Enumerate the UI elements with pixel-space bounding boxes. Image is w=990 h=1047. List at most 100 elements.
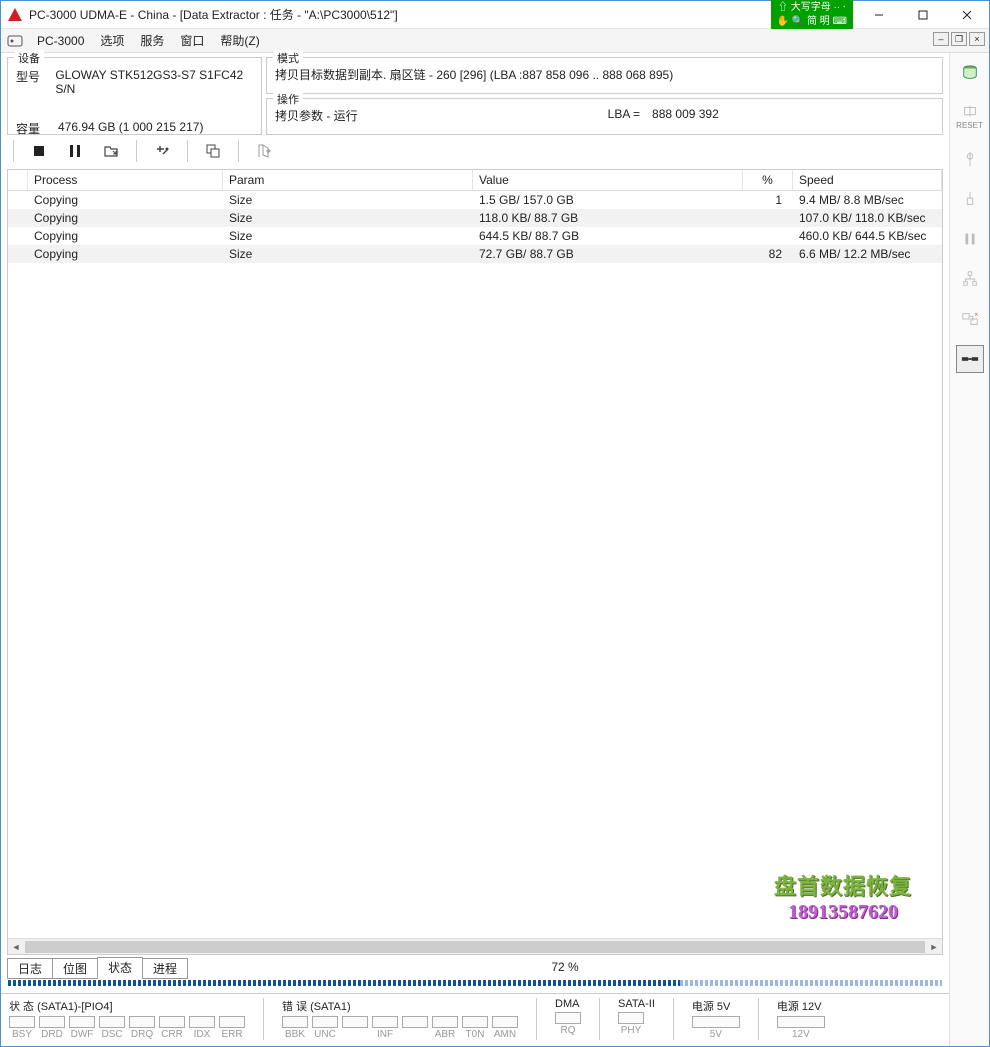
capacity-value: 476.94 GB (1 000 215 217) [58, 120, 203, 137]
table-row[interactable]: CopyingSize1.5 GB/ 157.0 GB19.4 MB/ 8.8 … [8, 191, 942, 209]
mdi-restore-button[interactable]: ❐ [951, 32, 967, 46]
status-bit [402, 1016, 428, 1040]
cell-speed: 6.6 MB/ 12.2 MB/sec [793, 245, 942, 263]
progress-bar [7, 979, 943, 987]
operation-legend: 操作 [273, 91, 303, 107]
cell-value: 118.0 KB/ 88.7 GB [473, 209, 743, 227]
bottom-tab[interactable]: 位图 [52, 958, 98, 979]
status-bit: PHY [618, 1012, 644, 1036]
app-window: PC-3000 UDMA-E - China - [Data Extractor… [0, 0, 990, 1047]
close-button[interactable] [945, 1, 989, 29]
cell-process: Copying [28, 227, 223, 245]
maximize-button[interactable] [901, 1, 945, 29]
side-toolbar: RESET × [949, 53, 989, 1046]
status-bit: 5V [692, 1016, 740, 1040]
col-percent[interactable]: % [743, 170, 793, 190]
status-sata2: SATA-II PHY [618, 998, 655, 1040]
cell-process: Copying [28, 245, 223, 263]
menu-app-label[interactable]: PC-3000 [29, 32, 92, 50]
col-param[interactable]: Param [223, 170, 473, 190]
slider-icon[interactable] [956, 145, 984, 173]
transfer-icon[interactable]: × [956, 305, 984, 333]
ime-indicator[interactable]: ⇧ 大写字母 ·· ⸱ ✋ 🔍 简 明 ⌨ [771, 0, 853, 31]
exit-button[interactable] [247, 137, 281, 165]
mdi-close-button[interactable]: × [969, 32, 985, 46]
status-bit: RQ [555, 1012, 581, 1036]
mdi-minimize-button[interactable]: – [933, 32, 949, 46]
menu-help[interactable]: 帮助(Z) [212, 30, 267, 51]
window-title: PC-3000 UDMA-E - China - [Data Extractor… [29, 6, 398, 23]
status-bit: ABR [432, 1016, 458, 1040]
open-button[interactable] [94, 137, 128, 165]
bottom-tab[interactable]: 进程 [142, 958, 188, 979]
status-power5v: 电源 5V 5V [692, 998, 740, 1040]
scroll-thumb[interactable] [25, 941, 925, 953]
col-speed[interactable]: Speed [793, 170, 942, 190]
table-header: Process Param Value % Speed [8, 170, 942, 191]
table-row[interactable]: CopyingSize72.7 GB/ 88.7 GB826.6 MB/ 12.… [8, 245, 942, 263]
minimize-button[interactable] [857, 1, 901, 29]
cell-speed: 460.0 KB/ 644.5 KB/sec [793, 227, 942, 245]
status-bit: AMN [492, 1016, 518, 1040]
cell-percent: 1 [743, 191, 793, 209]
pause-button[interactable] [58, 137, 92, 165]
cell-param: Size [223, 245, 473, 263]
status-bit: BSY [9, 1016, 35, 1040]
connector-icon[interactable] [956, 185, 984, 213]
table-row[interactable]: CopyingSize118.0 KB/ 88.7 GB 107.0 KB/ 11… [8, 209, 942, 227]
table-body[interactable]: CopyingSize1.5 GB/ 157.0 GB19.4 MB/ 8.8 … [8, 191, 942, 938]
status-panel: 状 态 (SATA1)-[PIO4] BSYDRDDWFDSCDRQCRRIDX… [1, 993, 949, 1046]
lba-label: LBA = [608, 107, 640, 124]
menu-options[interactable]: 选项 [92, 30, 132, 51]
stop-button[interactable] [22, 137, 56, 165]
mdi-controls: – ❐ × [933, 32, 985, 46]
window-controls [857, 1, 989, 29]
status-bit: ERR [219, 1016, 245, 1040]
bottom-tab[interactable]: 状态 [97, 957, 143, 978]
status-bit: BBK [282, 1016, 308, 1040]
cell-param: Size [223, 191, 473, 209]
status-bit: 12V [777, 1016, 825, 1040]
scroll-right-icon[interactable]: ► [926, 939, 942, 955]
copy-button[interactable] [196, 137, 230, 165]
scroll-left-icon[interactable]: ◄ [8, 939, 24, 955]
mode-fieldset: 模式 拷贝目标数据到副本. 扇区链 - 260 [296] (LBA :887 … [266, 57, 943, 94]
side-pause-icon[interactable] [956, 225, 984, 253]
cell-percent [743, 227, 793, 245]
status-bit: UNC [312, 1016, 338, 1040]
cell-speed: 107.0 KB/ 118.0 KB/sec [793, 209, 942, 227]
toolbar [1, 135, 949, 167]
col-value[interactable]: Value [473, 170, 743, 190]
progress-label: 72 % [187, 960, 943, 974]
model-label: 型号 [16, 68, 55, 96]
cell-value: 72.7 GB/ 88.7 GB [473, 245, 743, 263]
cell-speed: 9.4 MB/ 8.8 MB/sec [793, 191, 942, 209]
status-dma: DMA RQ [555, 998, 581, 1040]
mode-text: 拷贝目标数据到副本. 扇区链 - 260 [296] (LBA :887 858… [275, 66, 934, 83]
svg-text:×: × [974, 311, 978, 318]
drive-icon[interactable] [956, 59, 984, 87]
model-value: GLOWAY STK512GS3-S7 S1FC42 S/N [55, 68, 253, 96]
link-icon[interactable] [956, 345, 984, 373]
col-process[interactable]: Process [28, 170, 223, 190]
titlebar: PC-3000 UDMA-E - China - [Data Extractor… [1, 1, 989, 29]
menu-service[interactable]: 服务 [132, 30, 172, 51]
device-legend: 设备 [14, 50, 44, 66]
menu-app-icon [7, 33, 23, 49]
reset-icon[interactable]: RESET [956, 99, 984, 133]
settings-button[interactable] [145, 137, 179, 165]
table-row[interactable]: CopyingSize644.5 KB/ 88.7 GB460.0 KB/ 64… [8, 227, 942, 245]
hierarchy-icon[interactable] [956, 265, 984, 293]
cell-param: Size [223, 209, 473, 227]
status-sata1: 状 态 (SATA1)-[PIO4] BSYDRDDWFDSCDRQCRRIDX… [9, 998, 245, 1040]
status-bit: DWF [69, 1016, 95, 1040]
menu-window[interactable]: 窗口 [172, 30, 212, 51]
mode-legend: 模式 [273, 50, 303, 66]
bottom-tabs: 日志位图状态进程 72 % [1, 955, 949, 977]
status-bit: T0N [462, 1016, 488, 1040]
bottom-tab[interactable]: 日志 [7, 958, 53, 979]
status-bit: DRQ [129, 1016, 155, 1040]
h-scrollbar[interactable]: ◄ ► [8, 938, 942, 954]
process-table: Process Param Value % Speed CopyingSize1… [7, 169, 943, 955]
cell-process: Copying [28, 209, 223, 227]
